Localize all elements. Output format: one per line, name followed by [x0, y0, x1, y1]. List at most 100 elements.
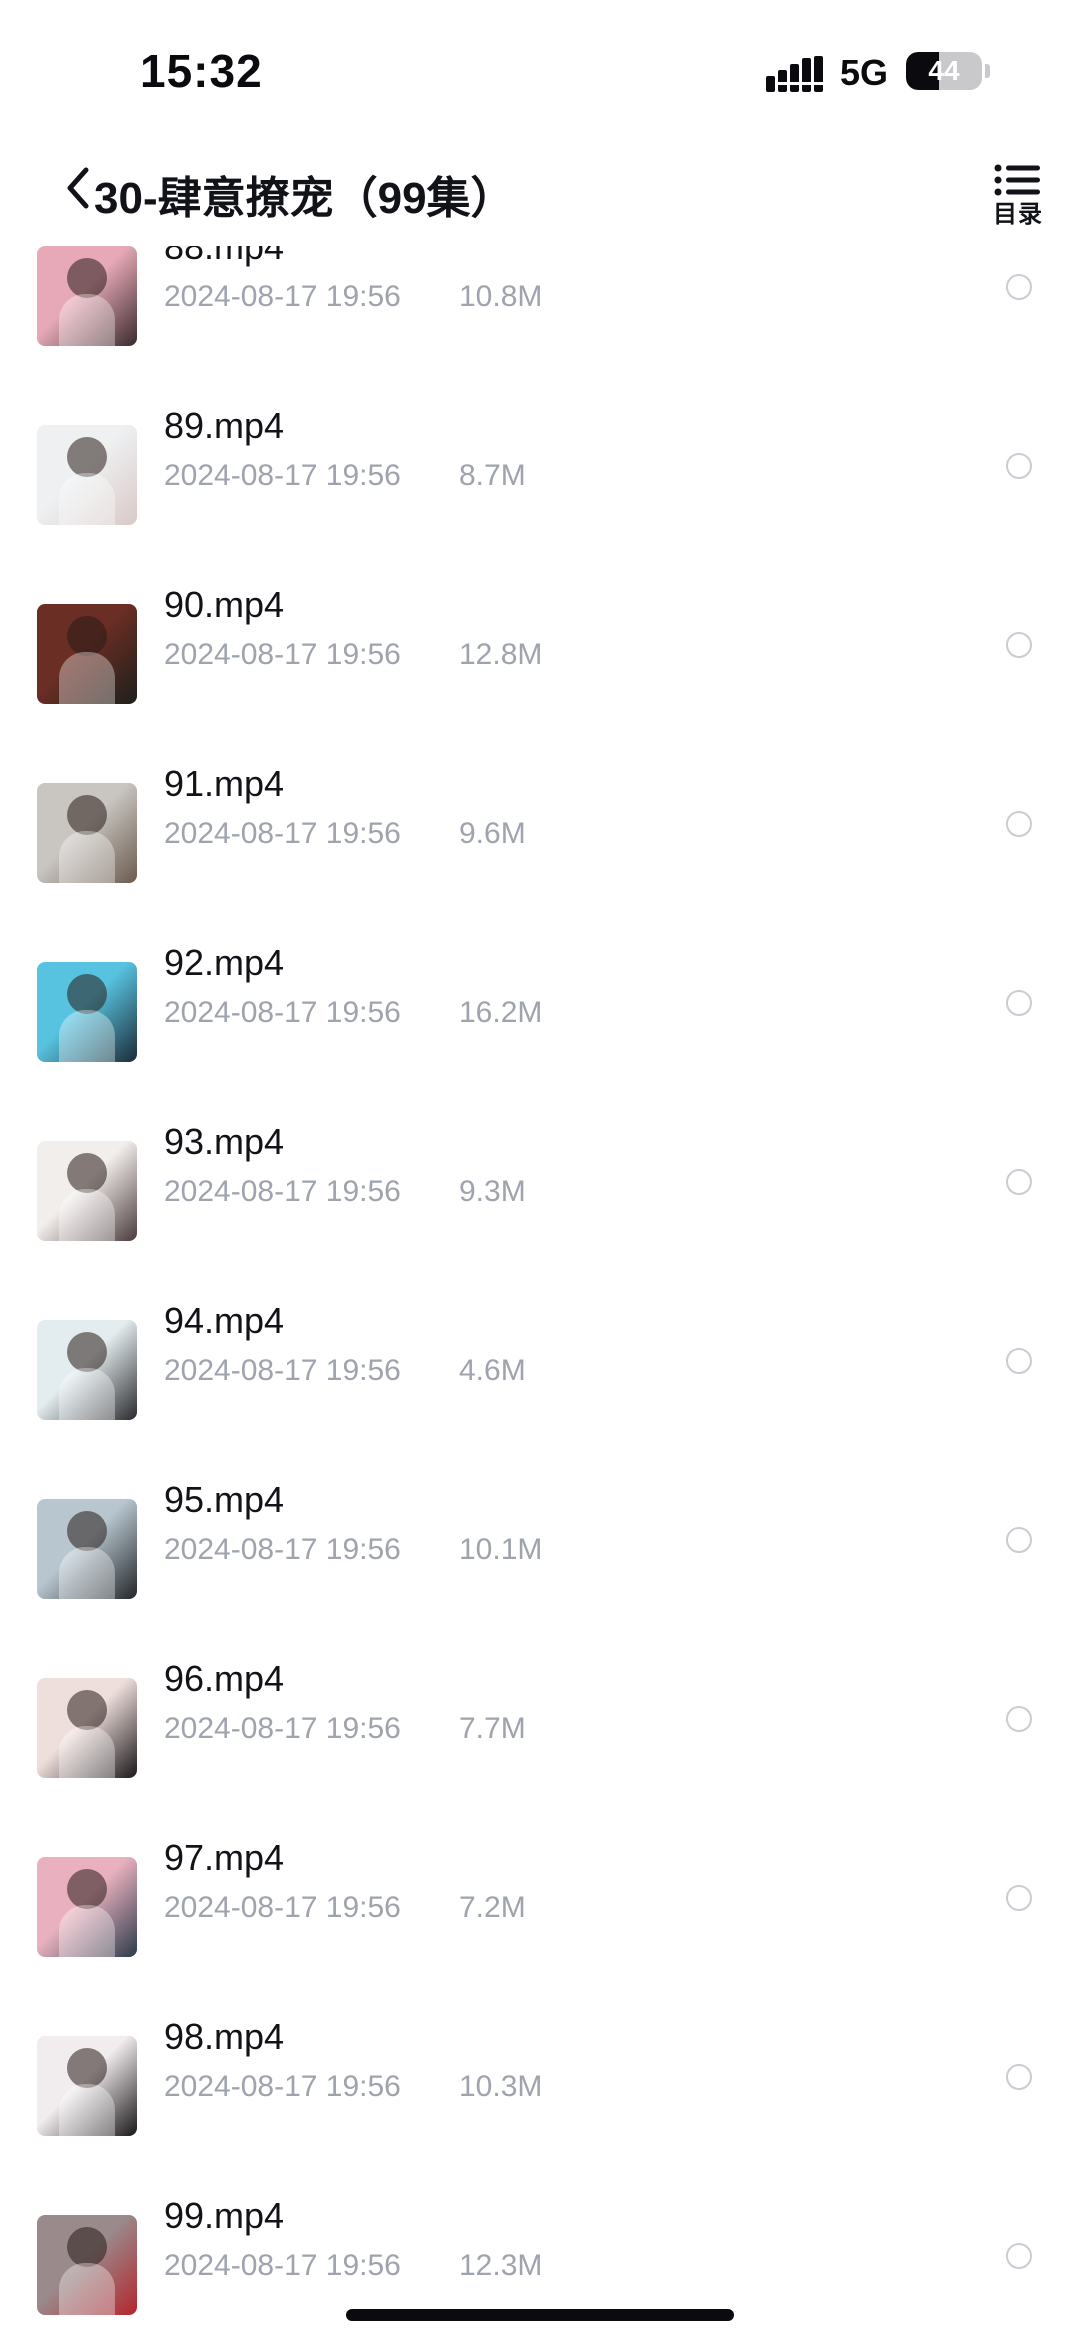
network-type: 5G [840, 52, 889, 93]
file-name: 88.mp4 [164, 246, 285, 267]
file-size: 8.7M [459, 459, 526, 492]
thumbnail-figure [67, 2048, 107, 2088]
file-size: 9.6M [459, 817, 526, 850]
select-radio[interactable] [1006, 990, 1032, 1016]
video-thumbnail[interactable] [37, 2036, 137, 2136]
select-radio[interactable] [1006, 274, 1032, 300]
thumbnail-figure-body [59, 831, 115, 883]
select-radio[interactable] [1006, 1348, 1032, 1374]
select-radio[interactable] [1006, 1169, 1032, 1195]
file-name: 94.mp4 [164, 1300, 285, 1341]
file-name: 92.mp4 [164, 942, 285, 983]
file-date: 2024-08-17 19:56 [164, 1175, 401, 1208]
file-size: 10.3M [459, 2070, 543, 2103]
video-thumbnail[interactable] [37, 1678, 137, 1778]
file-size: 12.8M [459, 638, 543, 671]
select-radio[interactable] [1006, 1885, 1032, 1911]
video-thumbnail[interactable] [37, 425, 137, 525]
thumbnail-figure [67, 616, 107, 656]
file-name: 96.mp4 [164, 1658, 285, 1699]
thumbnail-figure [67, 1511, 107, 1551]
thumbnail-figure-body [59, 1368, 115, 1420]
thumbnail-figure-body [59, 2263, 115, 2315]
select-radio[interactable] [1006, 453, 1032, 479]
thumbnail-figure [67, 1153, 107, 1193]
file-size: 7.7M [459, 1712, 526, 1745]
battery-cap [985, 64, 990, 78]
select-radio[interactable] [1006, 2064, 1032, 2090]
video-thumbnail[interactable] [37, 2215, 137, 2315]
file-item[interactable]: 99.mp4 2024-08-17 19:56 12.3M [0, 2195, 1080, 2341]
video-thumbnail[interactable] [37, 783, 137, 883]
chevron-left-icon [67, 167, 89, 209]
file-name: 98.mp4 [164, 2016, 285, 2057]
video-thumbnail[interactable] [37, 1499, 137, 1599]
file-item[interactable]: 92.mp4 2024-08-17 19:56 16.2M [0, 942, 1080, 1140]
file-list[interactable]: 88.mp4 2024-08-17 19:56 10.8M 89.mp4 2024-08… [0, 246, 1080, 2341]
select-radio[interactable] [1006, 2243, 1032, 2269]
thumbnail-figure-body [59, 1189, 115, 1241]
file-size: 9.3M [459, 1175, 526, 1208]
file-item[interactable]: 93.mp4 2024-08-17 19:56 9.3M [0, 1121, 1080, 1319]
file-size: 16.2M [459, 996, 543, 1029]
file-item[interactable]: 94.mp4 2024-08-17 19:56 4.6M [0, 1300, 1080, 1498]
file-item[interactable]: 91.mp4 2024-08-17 19:56 9.6M [0, 763, 1080, 961]
file-size: 7.2M [459, 1891, 526, 1924]
file-item[interactable]: 90.mp4 2024-08-17 19:56 12.8M [0, 584, 1080, 782]
file-name: 90.mp4 [164, 584, 285, 625]
file-name: 89.mp4 [164, 405, 285, 446]
file-date: 2024-08-17 19:56 [164, 2070, 401, 2103]
video-thumbnail[interactable] [37, 604, 137, 704]
video-thumbnail[interactable] [37, 246, 137, 346]
list-icon [994, 164, 1040, 196]
thumbnail-figure [67, 258, 107, 298]
file-item[interactable]: 98.mp4 2024-08-17 19:56 10.3M [0, 2016, 1080, 2214]
select-radio[interactable] [1006, 632, 1032, 658]
file-name: 95.mp4 [164, 1479, 285, 1520]
thumbnail-figure-body [59, 1010, 115, 1062]
file-date: 2024-08-17 19:56 [164, 1712, 401, 1745]
thumbnail-figure [67, 974, 107, 1014]
file-name: 99.mp4 [164, 2195, 285, 2236]
thumbnail-figure-body [59, 652, 115, 704]
file-item[interactable]: 88.mp4 2024-08-17 19:56 10.8M [0, 246, 1080, 424]
file-size: 10.1M [459, 1533, 543, 1566]
thumbnail-figure [67, 1869, 107, 1909]
status-time: 15:32 [140, 45, 263, 97]
video-thumbnail[interactable] [37, 1320, 137, 1420]
thumbnail-figure [67, 1332, 107, 1372]
file-name: 91.mp4 [164, 763, 285, 804]
thumbnail-figure-body [59, 1905, 115, 1957]
signal-icon [766, 56, 823, 92]
back-button[interactable] [60, 160, 96, 216]
file-date: 2024-08-17 19:56 [164, 1891, 401, 1924]
file-item[interactable]: 95.mp4 2024-08-17 19:56 10.1M [0, 1479, 1080, 1677]
file-item[interactable]: 97.mp4 2024-08-17 19:56 7.2M [0, 1837, 1080, 2035]
video-thumbnail[interactable] [37, 1857, 137, 1957]
file-list-screen: 15:32 5G 44 30-肆意撩宠（99集） 目录 88.mp4 2024-… [0, 0, 1080, 2341]
video-thumbnail[interactable] [37, 962, 137, 1062]
home-indicator[interactable] [346, 2309, 734, 2321]
video-thumbnail[interactable] [37, 1141, 137, 1241]
file-date: 2024-08-17 19:56 [164, 638, 401, 671]
select-radio[interactable] [1006, 1706, 1032, 1732]
thumbnail-figure-body [59, 1726, 115, 1778]
file-size: 4.6M [459, 1354, 526, 1387]
file-size: 10.8M [459, 280, 543, 313]
file-item[interactable]: 89.mp4 2024-08-17 19:56 8.7M [0, 405, 1080, 603]
thumbnail-figure-body [59, 2084, 115, 2136]
thumbnail-figure-body [59, 294, 115, 346]
thumbnail-figure [67, 1690, 107, 1730]
select-radio[interactable] [1006, 811, 1032, 837]
select-radio[interactable] [1006, 1527, 1032, 1553]
file-item[interactable]: 96.mp4 2024-08-17 19:56 7.7M [0, 1658, 1080, 1856]
toc-label: 目录 [993, 201, 1043, 228]
file-date: 2024-08-17 19:56 [164, 996, 401, 1029]
file-date: 2024-08-17 19:56 [164, 280, 401, 313]
file-name: 97.mp4 [164, 1837, 285, 1878]
thumbnail-figure-body [59, 1547, 115, 1599]
page-title: 30-肆意撩宠（99集） [94, 174, 515, 223]
toc-button[interactable]: 目录 [988, 164, 1048, 228]
thumbnail-figure [67, 437, 107, 477]
file-date: 2024-08-17 19:56 [164, 1354, 401, 1387]
